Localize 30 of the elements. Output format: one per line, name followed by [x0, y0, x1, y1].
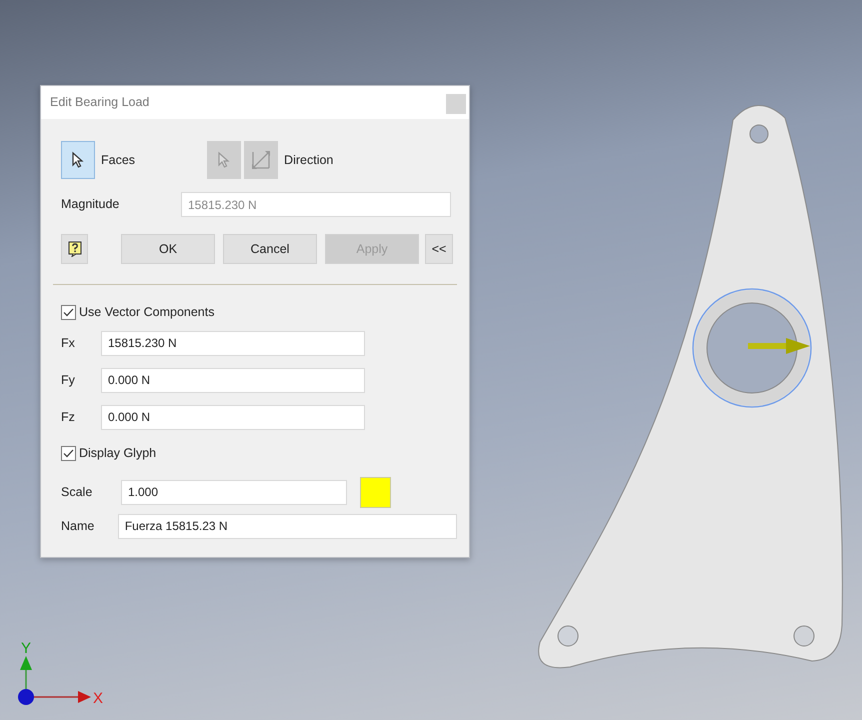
dialog-button[interactable]: Cancel	[223, 234, 317, 264]
display-glyph-label: Display Glyph	[79, 444, 156, 462]
name-field[interactable]: Fuerza 15815.23 N	[118, 514, 457, 538]
use-vector-components-label: Use Vector Components	[79, 304, 214, 321]
help-icon	[68, 241, 82, 258]
scale-label: Scale	[61, 484, 94, 501]
collapse-button[interactable]: <<	[425, 234, 453, 264]
checkbox[interactable]	[61, 304, 76, 320]
dialog-button[interactable]: OK	[121, 234, 215, 264]
color-swatch-button[interactable]	[360, 476, 391, 508]
faces-select-button[interactable]	[61, 141, 95, 179]
component-label: Fx	[61, 334, 76, 352]
magnitude-label: Magnitude	[61, 196, 120, 214]
checkbox[interactable]	[61, 446, 76, 461]
cursor-icon	[70, 151, 86, 169]
faces-label: Faces	[101, 152, 136, 169]
flip-arrows-icon	[250, 149, 272, 171]
component-field[interactable]: 0.000 N	[101, 404, 365, 430]
component-label: Fy	[61, 372, 76, 389]
component-field[interactable]: 0.000 N	[101, 368, 365, 393]
x-axis-label: X	[93, 690, 104, 707]
scale-field[interactable]: 1.000	[121, 480, 347, 504]
dialog-title: Edit Bearing Load	[50, 94, 150, 112]
help-button[interactable]	[61, 234, 88, 264]
direction-label: Direction	[284, 152, 334, 169]
y-axis-label: Y	[21, 640, 32, 657]
component-label: Fz	[61, 408, 76, 426]
force-arrow-icon	[748, 338, 810, 354]
component-field[interactable]: 15815.230 N	[101, 330, 365, 356]
name-label: Name	[61, 518, 96, 535]
